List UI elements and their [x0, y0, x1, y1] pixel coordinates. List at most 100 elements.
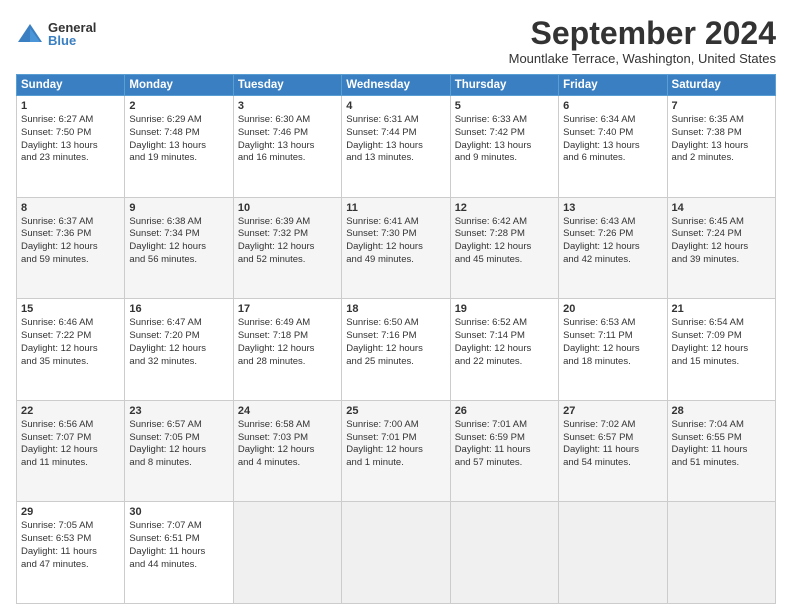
header: General Blue September 2024 Mountlake Te… — [16, 16, 776, 66]
sunrise: Sunrise: 6:33 AM — [455, 114, 527, 125]
daylight: Daylight: 12 hours — [238, 241, 315, 252]
day-cell-11: 11Sunrise: 6:41 AMSunset: 7:30 PMDayligh… — [342, 197, 450, 299]
header-day-friday: Friday — [559, 75, 667, 96]
daylight: Daylight: 11 hours — [455, 444, 531, 455]
day-number: 16 — [129, 302, 228, 317]
day-number: 4 — [346, 99, 445, 114]
day-number: 21 — [672, 302, 771, 317]
daylight: Daylight: 13 hours — [21, 140, 98, 151]
week-row-4: 22Sunrise: 6:56 AMSunset: 7:07 PMDayligh… — [17, 400, 776, 502]
sunrise: Sunrise: 6:29 AM — [129, 114, 201, 125]
day-cell-23: 23Sunrise: 6:57 AMSunset: 7:05 PMDayligh… — [125, 400, 233, 502]
sunset: Sunset: 6:59 PM — [455, 432, 525, 443]
sunset: Sunset: 7:05 PM — [129, 432, 199, 443]
logo: General Blue — [16, 20, 96, 48]
daylight-minutes: and 32 minutes. — [129, 356, 197, 367]
daylight-minutes: and 59 minutes. — [21, 254, 89, 265]
daylight: Daylight: 12 hours — [129, 343, 206, 354]
day-number: 30 — [129, 505, 228, 520]
day-number: 19 — [455, 302, 554, 317]
day-number: 22 — [21, 404, 120, 419]
sunrise: Sunrise: 7:02 AM — [563, 419, 635, 430]
day-number: 7 — [672, 99, 771, 114]
daylight-minutes: and 49 minutes. — [346, 254, 414, 265]
sunrise: Sunrise: 6:30 AM — [238, 114, 310, 125]
sunset: Sunset: 7:22 PM — [21, 330, 91, 341]
day-cell-28: 28Sunrise: 7:04 AMSunset: 6:55 PMDayligh… — [667, 400, 775, 502]
day-cell-29: 29Sunrise: 7:05 AMSunset: 6:53 PMDayligh… — [17, 502, 125, 604]
week-row-2: 8Sunrise: 6:37 AMSunset: 7:36 PMDaylight… — [17, 197, 776, 299]
day-cell-8: 8Sunrise: 6:37 AMSunset: 7:36 PMDaylight… — [17, 197, 125, 299]
daylight: Daylight: 12 hours — [238, 444, 315, 455]
day-cell-19: 19Sunrise: 6:52 AMSunset: 7:14 PMDayligh… — [450, 299, 558, 401]
empty-cell — [342, 502, 450, 604]
daylight: Daylight: 11 hours — [563, 444, 639, 455]
day-cell-14: 14Sunrise: 6:45 AMSunset: 7:24 PMDayligh… — [667, 197, 775, 299]
daylight: Daylight: 11 hours — [129, 546, 205, 557]
month-title: September 2024 — [509, 16, 776, 51]
logo-icon — [16, 20, 44, 48]
day-number: 23 — [129, 404, 228, 419]
sunrise: Sunrise: 6:47 AM — [129, 317, 201, 328]
sunrise: Sunrise: 6:35 AM — [672, 114, 744, 125]
sunrise: Sunrise: 6:34 AM — [563, 114, 635, 125]
daylight-minutes: and 39 minutes. — [672, 254, 740, 265]
daylight: Daylight: 12 hours — [672, 241, 749, 252]
sunrise: Sunrise: 6:38 AM — [129, 216, 201, 227]
week-row-3: 15Sunrise: 6:46 AMSunset: 7:22 PMDayligh… — [17, 299, 776, 401]
daylight-minutes: and 57 minutes. — [455, 457, 523, 468]
day-cell-17: 17Sunrise: 6:49 AMSunset: 7:18 PMDayligh… — [233, 299, 341, 401]
daylight: Daylight: 12 hours — [563, 241, 640, 252]
day-cell-5: 5Sunrise: 6:33 AMSunset: 7:42 PMDaylight… — [450, 96, 558, 198]
daylight: Daylight: 12 hours — [129, 444, 206, 455]
page: General Blue September 2024 Mountlake Te… — [0, 0, 792, 612]
daylight-minutes: and 18 minutes. — [563, 356, 631, 367]
daylight-minutes: and 16 minutes. — [238, 152, 306, 163]
daylight-minutes: and 13 minutes. — [346, 152, 414, 163]
header-day-wednesday: Wednesday — [342, 75, 450, 96]
sunrise: Sunrise: 7:05 AM — [21, 520, 93, 531]
sunrise: Sunrise: 6:43 AM — [563, 216, 635, 227]
day-number: 18 — [346, 302, 445, 317]
sunset: Sunset: 7:09 PM — [672, 330, 742, 341]
logo-text: General Blue — [48, 21, 96, 47]
sunrise: Sunrise: 6:41 AM — [346, 216, 418, 227]
daylight: Daylight: 12 hours — [455, 241, 532, 252]
sunset: Sunset: 6:53 PM — [21, 533, 91, 544]
day-cell-12: 12Sunrise: 6:42 AMSunset: 7:28 PMDayligh… — [450, 197, 558, 299]
sunset: Sunset: 7:01 PM — [346, 432, 416, 443]
header-day-saturday: Saturday — [667, 75, 775, 96]
header-day-monday: Monday — [125, 75, 233, 96]
day-number: 25 — [346, 404, 445, 419]
sunset: Sunset: 7:44 PM — [346, 127, 416, 138]
day-number: 27 — [563, 404, 662, 419]
sunrise: Sunrise: 6:31 AM — [346, 114, 418, 125]
header-day-sunday: Sunday — [17, 75, 125, 96]
day-cell-13: 13Sunrise: 6:43 AMSunset: 7:26 PMDayligh… — [559, 197, 667, 299]
header-day-thursday: Thursday — [450, 75, 558, 96]
daylight-minutes: and 44 minutes. — [129, 559, 197, 570]
daylight: Daylight: 12 hours — [455, 343, 532, 354]
sunrise: Sunrise: 7:00 AM — [346, 419, 418, 430]
week-row-1: 1Sunrise: 6:27 AMSunset: 7:50 PMDaylight… — [17, 96, 776, 198]
empty-cell — [559, 502, 667, 604]
day-number: 29 — [21, 505, 120, 520]
sunset: Sunset: 6:57 PM — [563, 432, 633, 443]
daylight-minutes: and 28 minutes. — [238, 356, 306, 367]
day-number: 9 — [129, 201, 228, 216]
sunrise: Sunrise: 6:56 AM — [21, 419, 93, 430]
daylight: Daylight: 12 hours — [21, 241, 98, 252]
calendar-body: 1Sunrise: 6:27 AMSunset: 7:50 PMDaylight… — [17, 96, 776, 604]
day-cell-7: 7Sunrise: 6:35 AMSunset: 7:38 PMDaylight… — [667, 96, 775, 198]
daylight: Daylight: 12 hours — [346, 343, 423, 354]
sunset: Sunset: 7:40 PM — [563, 127, 633, 138]
sunrise: Sunrise: 6:37 AM — [21, 216, 93, 227]
daylight: Daylight: 12 hours — [672, 343, 749, 354]
sunset: Sunset: 7:42 PM — [455, 127, 525, 138]
daylight-minutes: and 2 minutes. — [672, 152, 734, 163]
sunrise: Sunrise: 6:27 AM — [21, 114, 93, 125]
daylight-minutes: and 47 minutes. — [21, 559, 89, 570]
daylight: Daylight: 12 hours — [21, 444, 98, 455]
sunset: Sunset: 7:14 PM — [455, 330, 525, 341]
daylight: Daylight: 13 hours — [238, 140, 315, 151]
